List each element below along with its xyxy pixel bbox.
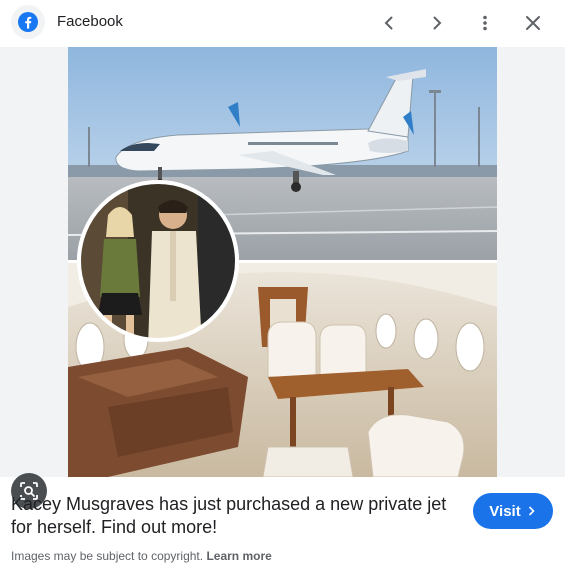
visit-button-label: Visit xyxy=(489,502,521,520)
result-headline[interactable]: Kacey Musgraves has just purchased a new… xyxy=(11,493,461,539)
close-button[interactable] xyxy=(518,8,548,38)
visit-button[interactable]: Visit xyxy=(473,493,553,529)
copyright-text: Images may be subject to copyright. xyxy=(11,549,204,563)
viewer-header: Facebook xyxy=(0,0,565,46)
learn-more-link[interactable]: Learn more xyxy=(206,549,271,563)
chevron-left-icon xyxy=(384,16,393,30)
more-options-button[interactable] xyxy=(470,8,500,38)
previous-button[interactable] xyxy=(374,8,404,38)
more-vertical-icon xyxy=(483,15,487,31)
source-title[interactable]: Facebook xyxy=(57,13,123,30)
next-button[interactable] xyxy=(422,8,452,38)
facebook-logo-icon[interactable] xyxy=(11,5,45,39)
image-stage xyxy=(0,47,565,509)
chevron-right-icon xyxy=(433,16,442,30)
preview-image[interactable] xyxy=(68,47,497,477)
close-icon xyxy=(526,16,540,30)
chevron-right-icon xyxy=(528,506,535,516)
copyright-notice: Images may be subject to copyright. Lear… xyxy=(11,549,272,563)
